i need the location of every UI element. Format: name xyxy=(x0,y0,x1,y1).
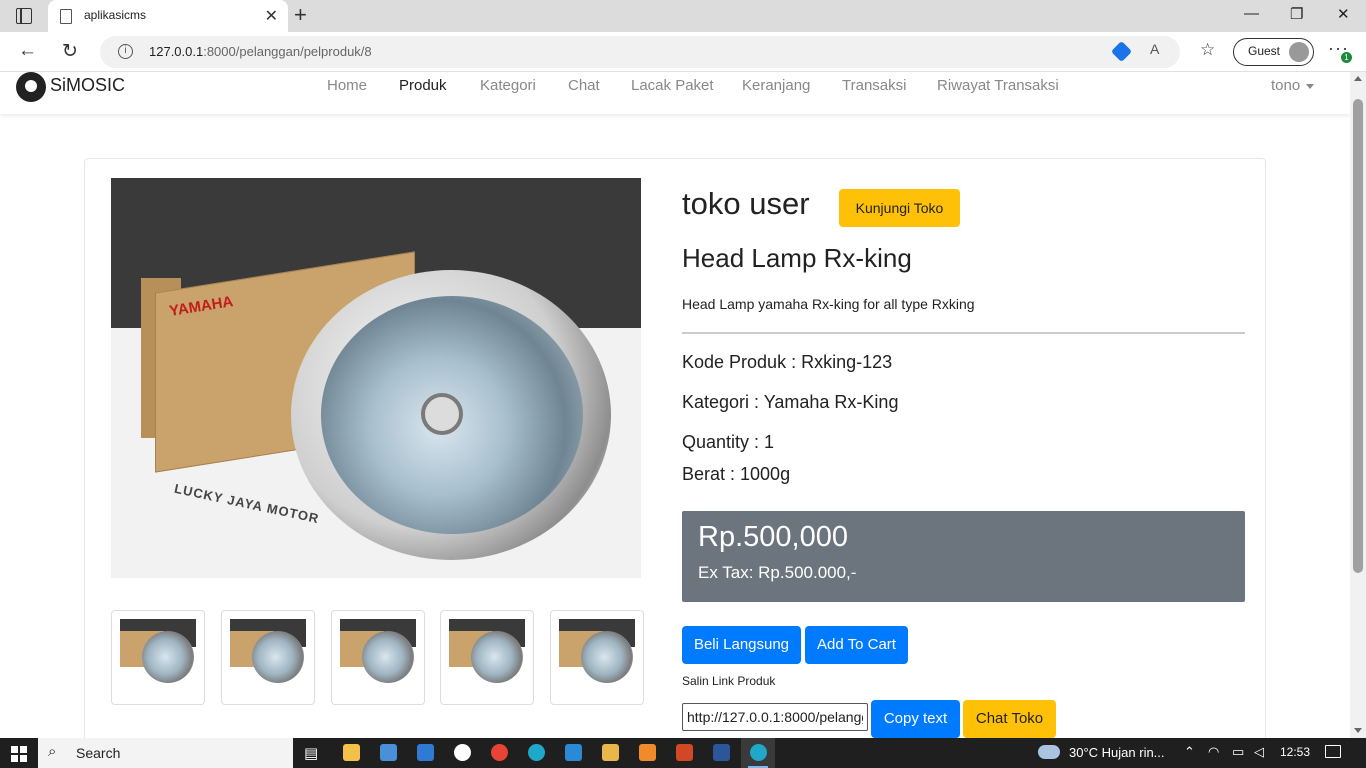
product-title: Head Lamp Rx-king xyxy=(682,243,912,273)
profile-label: Guest xyxy=(1248,44,1281,58)
nav-keranjang[interactable]: Keranjang xyxy=(742,77,810,94)
thumbnail-2[interactable] xyxy=(221,610,315,705)
caret-down-icon xyxy=(1306,83,1315,89)
brand-logo-icon[interactable] xyxy=(16,72,46,102)
user-dropdown[interactable]: tono xyxy=(1271,77,1315,94)
brand-name[interactable]: SiMOSIC xyxy=(50,75,125,96)
url-field[interactable]: i 127.0.0.1:8000/pelanggan/pelproduk/8 A xyxy=(100,36,1180,68)
store-icon[interactable] xyxy=(380,744,397,761)
weather-text[interactable]: 30°C Hujan rin... xyxy=(1069,745,1165,760)
browser-tab-bar: aplikasicms ✕ + — ❐ ✕ xyxy=(0,0,1366,32)
taskbar: ⌕ Search ▤ 30°C Hujan rin... ⌃ ◠ ▭ ◁ 12:… xyxy=(0,738,1366,768)
vscode-icon[interactable] xyxy=(565,744,582,761)
xampp-icon[interactable] xyxy=(639,744,656,761)
thumbnail-1[interactable] xyxy=(111,610,205,705)
back-icon[interactable]: ← xyxy=(18,40,37,62)
visit-store-button[interactable]: Kunjungi Toko xyxy=(839,189,960,227)
chrome-icon[interactable] xyxy=(491,744,508,761)
thumbnail-5[interactable] xyxy=(550,610,644,705)
product-price: Rp.500,000 xyxy=(698,521,848,553)
add-to-cart-button[interactable]: Add To Cart xyxy=(805,626,908,664)
windows-start-icon[interactable] xyxy=(11,746,27,762)
weather-cloud-icon[interactable] xyxy=(1038,745,1060,759)
scroll-thumb[interactable] xyxy=(1353,99,1363,573)
taskbar-search[interactable]: ⌕ Search xyxy=(38,738,293,768)
battery-icon[interactable]: ▭ xyxy=(1232,744,1244,760)
mail-icon[interactable] xyxy=(417,744,434,761)
product-quantity: Quantity : 1 xyxy=(682,432,775,452)
scroll-up-icon[interactable] xyxy=(1354,76,1362,81)
wifi-icon[interactable]: ◠ xyxy=(1208,744,1219,760)
url-text[interactable]: 127.0.0.1:8000/pelanggan/pelproduk/8 xyxy=(149,44,372,59)
notification-badge: 1 xyxy=(1341,52,1352,63)
close-window-icon[interactable]: ✕ xyxy=(1337,5,1350,23)
store-name: toko user xyxy=(682,186,810,221)
volume-icon[interactable]: ◁ xyxy=(1254,744,1264,760)
price-ex-tax: Ex Tax: Rp.500.000,- xyxy=(698,563,857,582)
chat-store-button[interactable]: Chat Toko xyxy=(963,700,1056,738)
app-icon[interactable] xyxy=(454,744,471,761)
close-tab-icon[interactable]: ✕ xyxy=(265,6,278,26)
read-aloud-icon[interactable]: A xyxy=(1150,41,1159,57)
nav-chat[interactable]: Chat xyxy=(568,77,600,94)
word-icon[interactable] xyxy=(713,744,730,761)
page: SiMOSIC Home Produk Kategori Chat Lacak … xyxy=(0,72,1350,738)
thumbnail-3[interactable] xyxy=(331,610,425,705)
coupon-tag-icon[interactable] xyxy=(1110,40,1133,63)
divider xyxy=(682,332,1245,334)
profile-button[interactable]: Guest xyxy=(1233,38,1314,66)
minimize-icon[interactable]: — xyxy=(1244,5,1259,22)
tab-title: aplikasicms xyxy=(84,8,147,22)
page-icon xyxy=(60,9,72,24)
info-icon[interactable]: i xyxy=(118,44,133,59)
favorites-icon[interactable]: ☆ xyxy=(1200,40,1215,60)
address-bar: ← ↻ i 127.0.0.1:8000/pelanggan/pelproduk… xyxy=(0,32,1366,72)
nav-home[interactable]: Home xyxy=(327,77,367,94)
nav-produk[interactable]: Produk xyxy=(399,77,447,94)
restore-icon[interactable]: ❐ xyxy=(1290,5,1303,23)
refresh-icon[interactable]: ↻ xyxy=(62,40,78,63)
scroll-down-icon[interactable] xyxy=(1354,728,1362,733)
clock[interactable]: 12:53 xyxy=(1280,745,1310,759)
nav-transaksi[interactable]: Transaksi xyxy=(842,77,906,94)
new-tab-icon[interactable]: + xyxy=(294,2,307,28)
site-navbar: SiMOSIC Home Produk Kategori Chat Lacak … xyxy=(0,72,1350,114)
copy-link-label: Salin Link Produk xyxy=(682,674,776,688)
nav-kategori[interactable]: Kategori xyxy=(480,77,536,94)
nav-riwayat-transaksi[interactable]: Riwayat Transaksi xyxy=(937,77,1059,94)
edge-active-icon[interactable] xyxy=(750,744,767,761)
product-category: Kategori : Yamaha Rx-King xyxy=(682,392,899,412)
nav-lacak-paket[interactable]: Lacak Paket xyxy=(631,77,714,94)
avatar xyxy=(1289,42,1309,62)
buy-now-button[interactable]: Beli Langsung xyxy=(682,626,801,664)
headlamp-bulb xyxy=(421,393,463,435)
powerpoint-icon[interactable] xyxy=(676,744,693,761)
product-code: Kode Produk : Rxking-123 xyxy=(682,352,893,372)
app-icon-2[interactable] xyxy=(602,744,619,761)
search-label: Search xyxy=(76,745,121,761)
chevron-up-icon[interactable]: ⌃ xyxy=(1184,744,1195,760)
page-scrollbar[interactable] xyxy=(1350,72,1366,738)
price-panel: Rp.500,000 Ex Tax: Rp.500.000,- xyxy=(682,511,1245,602)
thumbnail-4[interactable] xyxy=(440,610,534,705)
product-weight: Berat : 1000g xyxy=(682,464,791,484)
product-main-image[interactable]: YAMAHA LUCKY JAYA MOTOR xyxy=(111,178,641,578)
copy-text-button[interactable]: Copy text xyxy=(871,700,960,738)
search-icon: ⌕ xyxy=(48,743,57,760)
product-description: Head Lamp yamaha Rx-king for all type Rx… xyxy=(682,296,975,312)
file-explorer-icon[interactable] xyxy=(343,744,360,761)
tab-actions-icon[interactable] xyxy=(16,8,32,24)
task-view-icon[interactable]: ▤ xyxy=(304,744,318,762)
edge-icon[interactable] xyxy=(528,744,545,761)
notification-center-icon[interactable] xyxy=(1325,745,1341,758)
browser-tab[interactable]: aplikasicms ✕ xyxy=(48,0,288,32)
product-link-input[interactable] xyxy=(682,703,868,731)
